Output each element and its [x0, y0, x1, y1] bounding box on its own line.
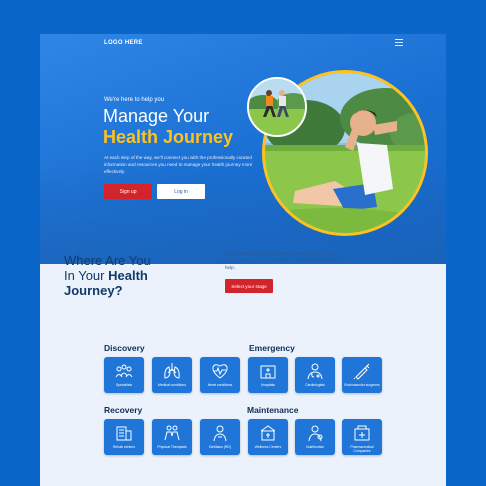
- hero-title-line1: Manage Your: [103, 106, 210, 126]
- hospital-icon: [260, 365, 276, 379]
- building-icon: [116, 426, 132, 441]
- hamburger-menu-icon[interactable]: [395, 39, 403, 48]
- card-physical-therapists[interactable]: Physical Therapists: [152, 419, 192, 455]
- pharmacy-icon: [354, 425, 370, 441]
- card-label: Nutritionists: [306, 445, 324, 449]
- section-discovery-title: Discovery: [104, 343, 145, 353]
- lungs-icon: [164, 363, 180, 379]
- section-emergency-title: Emergency: [249, 343, 295, 353]
- card-label: Wellness Centers: [254, 445, 282, 449]
- syringe-icon: [353, 363, 370, 380]
- signup-button[interactable]: Sign up: [104, 184, 152, 199]
- card-label: Cardiologists: [305, 383, 325, 387]
- wellness-icon: [260, 425, 276, 441]
- card-endovascular-surgeons[interactable]: Endovascular surgeons: [342, 357, 382, 393]
- section-recovery-title: Recovery: [104, 405, 143, 415]
- card-pharmaceutical-companies[interactable]: Pharmaceutical Companies: [342, 419, 382, 455]
- card-label: Medical conditions: [158, 383, 186, 387]
- card-label: Heart conditions: [207, 383, 233, 387]
- select-stage-button[interactable]: Select your stage: [225, 279, 273, 293]
- journey-heading-line3: Journey?: [64, 283, 123, 298]
- hero-tagline: We're here to help you: [104, 97, 165, 103]
- card-nutritionists[interactable]: Nutritionists: [295, 419, 335, 455]
- dietitian-icon: [213, 425, 227, 442]
- journey-heading-line1: Where Are You: [64, 253, 151, 268]
- card-rehab-centers[interactable]: Rehab centers: [104, 419, 144, 455]
- nutritionist-icon: [308, 425, 323, 442]
- card-hospitals[interactable]: Hospitals: [248, 357, 288, 393]
- heart-icon: [212, 364, 228, 379]
- card-heart-conditions[interactable]: Heart conditions: [200, 357, 240, 393]
- card-cardiologists[interactable]: Cardiologists: [295, 357, 335, 393]
- specialists-icon: [115, 364, 133, 378]
- card-label: Specialists: [115, 383, 133, 387]
- card-label: Pharmaceutical Companies: [350, 445, 374, 453]
- card-label: Physical Therapists: [157, 445, 187, 449]
- card-specialists[interactable]: Specialists: [104, 357, 144, 393]
- card-medical-conditions[interactable]: Medical conditions: [152, 357, 192, 393]
- card-dietitians[interactable]: Dietitians (RD): [200, 419, 240, 455]
- card-label: Hospitals: [261, 383, 275, 387]
- card-label: Rehab centers: [112, 445, 136, 449]
- logo[interactable]: LOGO HERE: [104, 40, 143, 46]
- hero-lead-text: At each step of the way, we'll connect y…: [104, 155, 253, 174]
- card-wellness-centers[interactable]: Wellness Centers: [248, 419, 288, 455]
- therapist-icon: [164, 425, 180, 441]
- card-label: Dietitians (RD): [208, 445, 232, 449]
- card-label: Endovascular surgeons: [344, 383, 380, 387]
- hero-photo-runners: [247, 77, 307, 137]
- hero-title-line2: Health Journey: [103, 127, 234, 147]
- section-maintenance-title: Maintenance: [247, 405, 299, 415]
- hero-section: LOGO HERE We're here to help you Manage …: [40, 34, 446, 264]
- doctor-icon: [307, 363, 323, 380]
- journey-side-text: Select which stage of the health journey…: [225, 251, 342, 270]
- login-button[interactable]: Log in: [157, 184, 205, 199]
- journey-heading-line2: In Your Health: [64, 268, 148, 283]
